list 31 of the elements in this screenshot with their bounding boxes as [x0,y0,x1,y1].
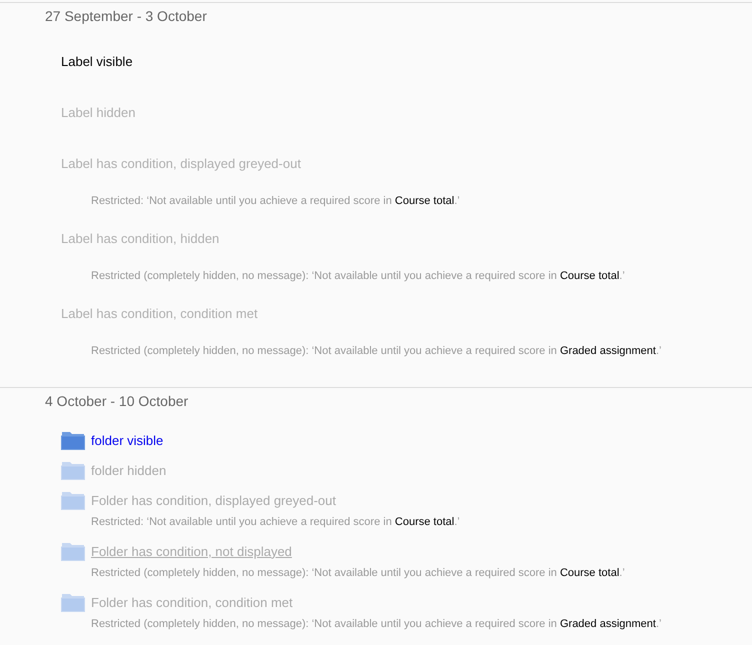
link[interactable]: Graded assignment [560,345,656,357]
folder-link[interactable]: folder visible [91,432,164,448]
restriction-text: .’ [454,195,460,207]
link[interactable]: Course total [560,270,620,282]
section-title: 27 September - 3 October [45,7,208,26]
folder-icon [61,541,85,561]
label-text: Label visible [61,53,133,70]
folder-icon [61,460,85,480]
section-title: 4 October - 10 October [45,392,190,411]
link[interactable]: Graded assignment [560,618,656,630]
link[interactable]: Course total [560,567,620,579]
restriction-text: Restricted (completely hidden, no message): ‘Not available until you achieve a required score in [91,270,558,282]
label-text: Label has condition, condition met [61,305,258,322]
label-text: Label has condition, hidden [61,230,220,247]
folder-icon [61,430,85,450]
restriction-text: Restricted: ‘Not available until you achieve a required score in [91,516,393,528]
restriction-text: .’ [656,618,662,630]
folder-icon [61,592,85,612]
restriction-text: .’ [454,516,460,528]
folder-icon [61,490,85,510]
restriction-text: .’ [619,270,625,282]
link[interactable]: Course total [394,195,454,207]
label-text: Label hidden [61,104,136,121]
restriction-text: Restricted (completely hidden, no message): ‘Not available until you achieve a required score in [91,618,558,630]
restriction-text: Restricted (completely hidden, no message): ‘Not available until you achieve a required score in [91,567,558,579]
label-text: Label has condition, displayed greyed-out [61,155,301,172]
restriction-text: .’ [619,567,625,579]
restriction-text: .’ [656,345,662,357]
restriction-text: Restricted: ‘Not available until you achieve a required score in [91,195,393,207]
restriction-text: Restricted (completely hidden, no message): ‘Not available until you achieve a required score in [91,345,558,357]
link[interactable]: Course total [394,516,454,528]
